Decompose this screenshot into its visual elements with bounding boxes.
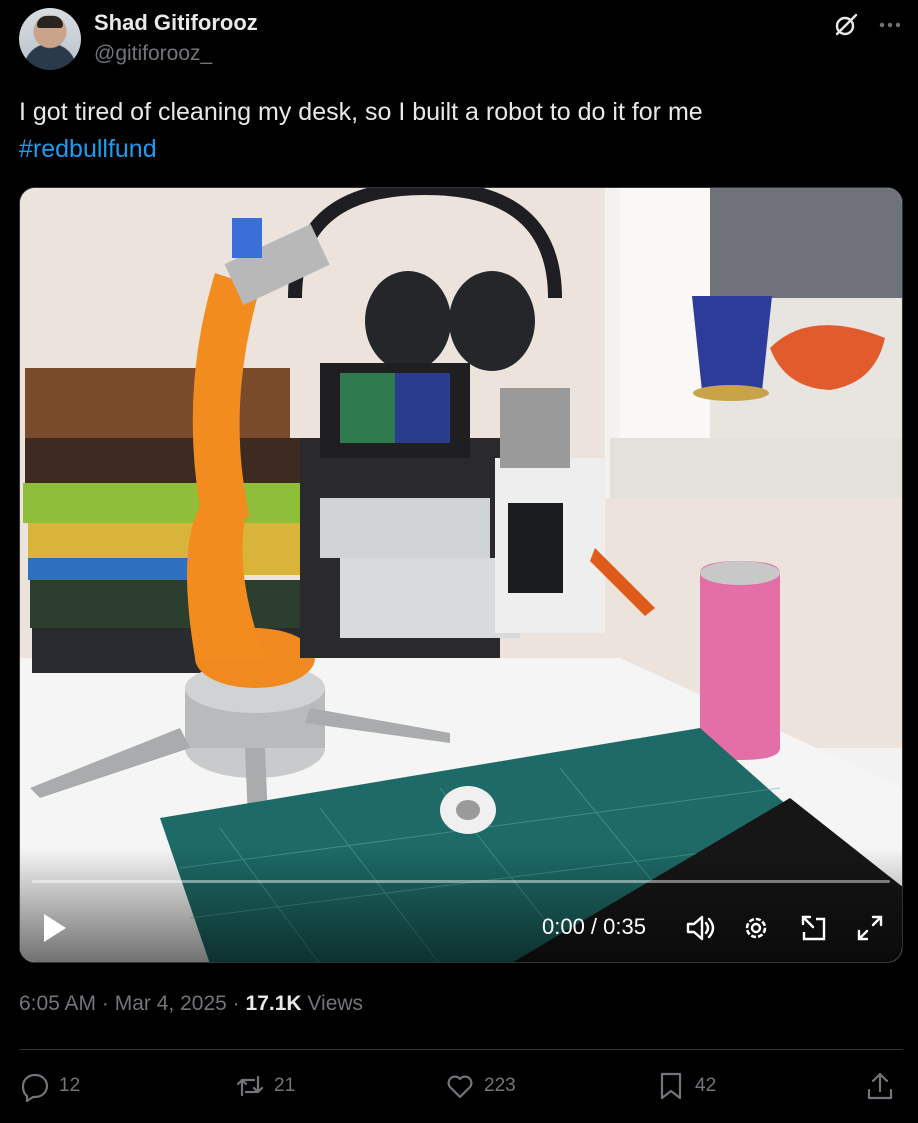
bookmark-button[interactable]: 42 bbox=[655, 1066, 716, 1106]
share-icon bbox=[867, 1072, 893, 1100]
like-button[interactable]: 223 bbox=[444, 1066, 516, 1106]
more-icon[interactable] bbox=[877, 12, 903, 38]
separator: · bbox=[232, 992, 240, 1015]
action-bar: 12 21 223 42 bbox=[19, 1066, 903, 1110]
play-icon[interactable] bbox=[40, 910, 70, 946]
hashtag-link[interactable]: #redbullfund bbox=[19, 131, 157, 168]
video-timecode: 0:00 / 0:35 bbox=[542, 914, 646, 939]
repost-count: 21 bbox=[274, 1075, 296, 1096]
fullscreen-icon[interactable] bbox=[854, 912, 886, 944]
divider bbox=[19, 1049, 903, 1050]
video-frame bbox=[20, 188, 902, 962]
views-count: 17.1K bbox=[245, 992, 302, 1015]
like-icon bbox=[447, 1075, 473, 1099]
tweet-body: I got tired of cleaning my desk, so I bu… bbox=[19, 98, 703, 126]
author-name[interactable]: Shad Gitiforooz bbox=[94, 10, 258, 36]
reply-button[interactable]: 12 bbox=[19, 1066, 80, 1106]
tweet-meta: 6:05 AM · Mar 4, 2025 · 17.1K Views bbox=[19, 992, 363, 1016]
video-player[interactable]: 0:00 / 0:35 bbox=[19, 187, 903, 963]
reply-count: 12 bbox=[59, 1075, 81, 1096]
tweet-header: Shad Gitiforooz @gitiforooz_ bbox=[19, 8, 903, 72]
separator: · bbox=[101, 992, 109, 1015]
share-button[interactable] bbox=[864, 1066, 896, 1106]
bookmark-icon bbox=[660, 1072, 682, 1100]
repost-button[interactable]: 21 bbox=[234, 1066, 295, 1106]
reply-icon bbox=[21, 1073, 49, 1102]
bookmark-count: 42 bbox=[695, 1075, 717, 1096]
video-progress-bar[interactable] bbox=[32, 880, 890, 883]
tweet-time[interactable]: 6:05 AM bbox=[19, 992, 96, 1015]
like-count: 223 bbox=[484, 1075, 516, 1096]
views-label: Views bbox=[307, 992, 364, 1015]
tweet-text: I got tired of cleaning my desk, so I bu… bbox=[19, 94, 899, 168]
avatar[interactable] bbox=[19, 8, 81, 70]
tweet-date[interactable]: Mar 4, 2025 bbox=[115, 992, 227, 1015]
volume-icon[interactable] bbox=[684, 912, 716, 944]
settings-icon[interactable] bbox=[740, 912, 772, 944]
grok-icon[interactable] bbox=[833, 12, 859, 38]
pip-icon[interactable] bbox=[798, 912, 830, 944]
video-controls: 0:00 / 0:35 bbox=[20, 848, 902, 962]
author-handle[interactable]: @gitiforooz_ bbox=[94, 42, 212, 66]
repost-icon bbox=[236, 1075, 264, 1097]
